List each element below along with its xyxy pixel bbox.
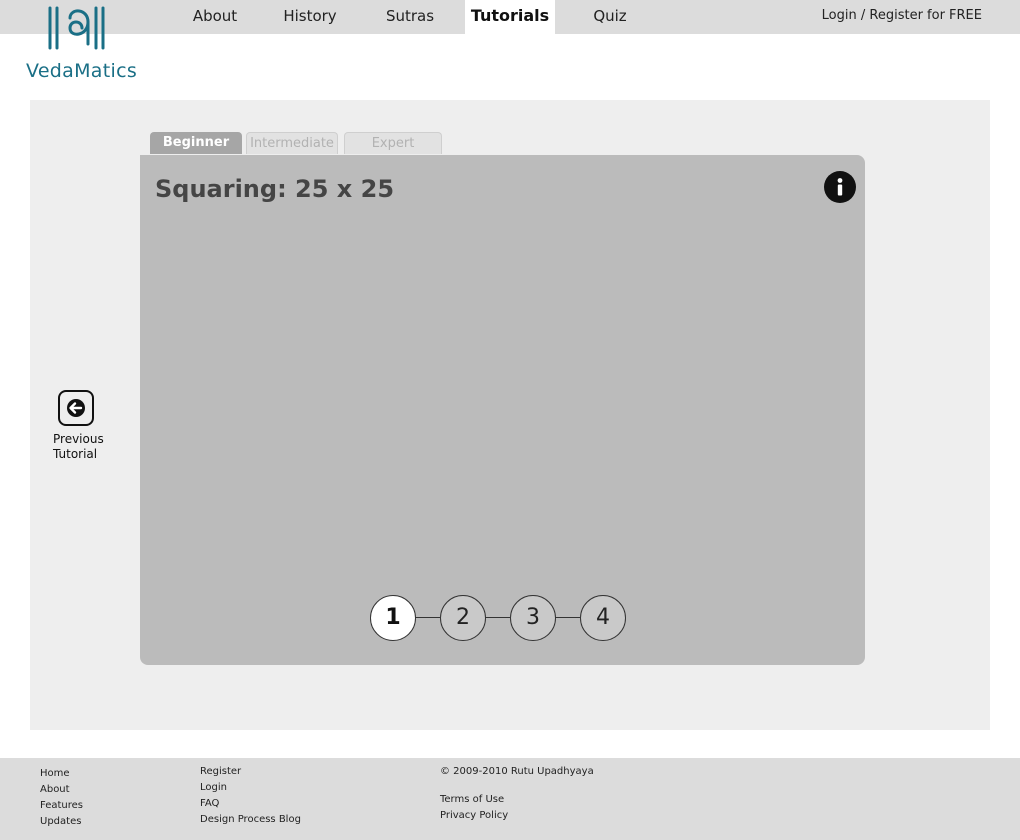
- footer: Home About Features Updates Register Log…: [0, 758, 1020, 840]
- tutorial-title: Squaring: 25 x 25: [155, 175, 395, 203]
- nav-about[interactable]: About: [180, 0, 250, 34]
- logo-text: VedaMatics: [26, 60, 138, 82]
- previous-tutorial-label: Previous Tutorial: [53, 432, 133, 462]
- copyright-text: © 2009-2010 Rutu Upadhyaya: [440, 766, 594, 777]
- step-connector: [484, 617, 510, 618]
- content-area: Beginner Intermediate Expert Squaring: 2…: [30, 100, 990, 730]
- logo[interactable]: VedaMatics: [26, 4, 146, 82]
- step-1[interactable]: 1: [370, 595, 416, 641]
- footer-col-legal: © 2009-2010 Rutu Upadhyaya Terms of Use …: [440, 764, 594, 824]
- tab-intermediate[interactable]: Intermediate: [246, 132, 338, 154]
- nav-tutorials[interactable]: Tutorials: [465, 0, 555, 34]
- nav-quiz[interactable]: Quiz: [578, 0, 642, 34]
- logo-mark-icon: [48, 6, 105, 50]
- footer-spacer: [440, 780, 594, 792]
- arrow-left-icon[interactable]: [58, 390, 94, 426]
- footer-link-faq[interactable]: FAQ: [200, 796, 301, 812]
- step-3[interactable]: 3: [510, 595, 556, 641]
- previous-tutorial-line1: Previous: [53, 432, 104, 446]
- footer-link-features[interactable]: Features: [40, 798, 83, 814]
- footer-link-blog[interactable]: Design Process Blog: [200, 812, 301, 828]
- nav-sutras[interactable]: Sutras: [375, 0, 445, 34]
- footer-col-site: Home About Features Updates: [40, 766, 83, 830]
- info-icon[interactable]: [824, 171, 856, 203]
- previous-tutorial-line2: Tutorial: [53, 447, 98, 461]
- tab-beginner[interactable]: Beginner: [150, 132, 242, 154]
- login-register-link[interactable]: Login / Register for FREE: [822, 0, 982, 34]
- footer-col-account: Register Login FAQ Design Process Blog: [200, 764, 301, 828]
- step-connector: [414, 617, 440, 618]
- footer-link-updates[interactable]: Updates: [40, 814, 83, 830]
- footer-link-home[interactable]: Home: [40, 766, 83, 782]
- tab-expert[interactable]: Expert: [344, 132, 442, 154]
- footer-link-privacy[interactable]: Privacy Policy: [440, 808, 594, 824]
- footer-link-login[interactable]: Login: [200, 780, 301, 796]
- step-2[interactable]: 2: [440, 595, 486, 641]
- footer-link-about[interactable]: About: [40, 782, 83, 798]
- step-indicator: 1 2 3 4: [370, 595, 630, 641]
- step-connector: [554, 617, 580, 618]
- footer-link-terms[interactable]: Terms of Use: [440, 792, 594, 808]
- top-nav-bar: About History Sutras Tutorials Quiz Logi…: [0, 0, 1020, 34]
- tutorial-panel: Squaring: 25 x 25 1 2 3 4: [140, 155, 865, 665]
- step-4[interactable]: 4: [580, 595, 626, 641]
- footer-link-register[interactable]: Register: [200, 764, 301, 780]
- nav-history[interactable]: History: [272, 0, 348, 34]
